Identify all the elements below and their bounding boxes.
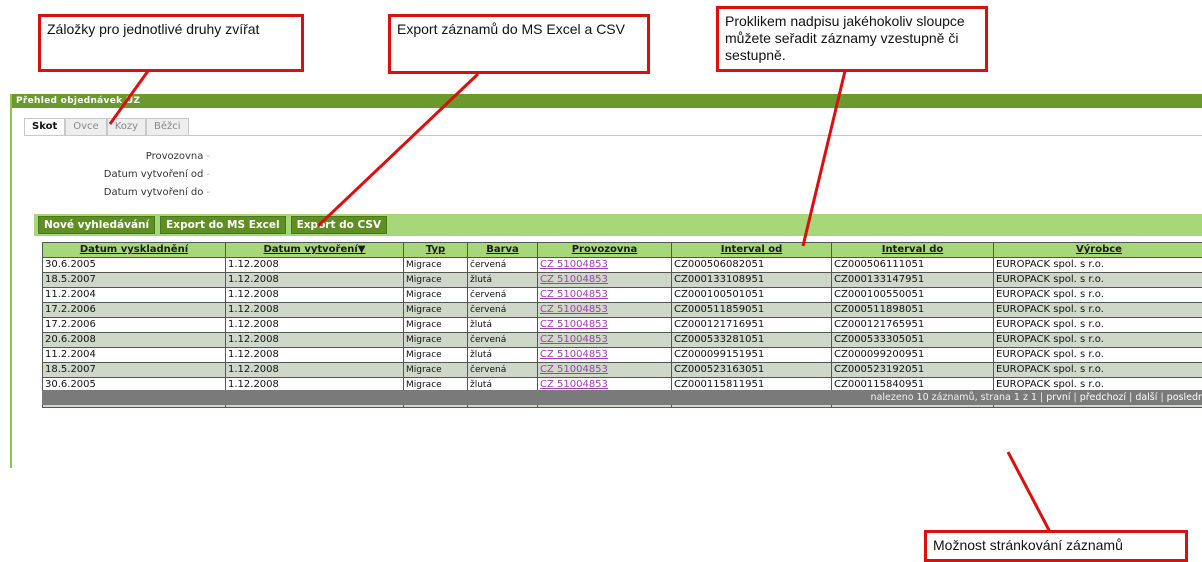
callout-tabs: Záložky pro jednotlivé druhy zvířat [38,14,304,72]
arrow-paging [1008,452,1050,532]
callout-sort: Proklikem nadpisu jakéhokoliv sloupce mů… [716,6,988,72]
arrow-sort [803,71,845,246]
callout-export: Export záznamů do MS Excel a CSV [388,14,650,74]
callout-paging: Možnost stránkování záznamů [924,530,1188,562]
arrow-tabs [110,71,148,124]
callout-arrows [0,0,1202,559]
arrow-export [318,74,478,226]
